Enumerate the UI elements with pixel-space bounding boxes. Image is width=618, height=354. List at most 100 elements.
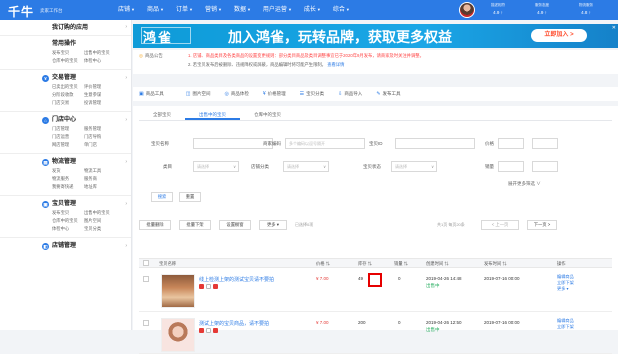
reset-button[interactable]: 重置 xyxy=(179,192,201,202)
filter-status-label: 宝贝状态 xyxy=(363,164,381,169)
sidebar-link[interactable]: 图片空间 xyxy=(84,218,124,224)
more-actions-dropdown[interactable]: 更多 ▾ xyxy=(259,220,287,230)
promo-banner[interactable]: 鸿雀 加入鸿雀，玩转品牌，获取更多权益 立即加入 > ✕ xyxy=(133,24,618,48)
status-select[interactable]: 请选择 ∨ xyxy=(391,161,437,172)
sidebar-link[interactable]: 评价管理 xyxy=(84,84,124,90)
col-created[interactable]: 创建时间 ⇅ xyxy=(426,261,449,267)
sidebar-link[interactable]: 出售中的宝贝 xyxy=(84,50,124,56)
more-link[interactable]: 更多 ▾ xyxy=(557,286,574,292)
row-checkbox[interactable] xyxy=(143,276,149,282)
avatar[interactable] xyxy=(459,2,475,18)
product-title-link[interactable]: 线上检测上架的测试宝贝请不要拍 xyxy=(199,276,307,283)
banner-slogan: 加入鸿雀，玩转品牌，获取更多权益 xyxy=(228,29,452,45)
sidebar-link[interactable]: 网店管理 xyxy=(52,142,84,148)
join-now-button[interactable]: 立即加入 > xyxy=(531,29,587,42)
sidebar-link[interactable]: 发布宝贝 xyxy=(52,210,84,216)
next-page-button[interactable]: 下一页 > xyxy=(527,220,557,230)
expand-filters-link[interactable]: 展开更多筛选 ∨ xyxy=(508,181,541,187)
tab-warehouse[interactable]: 仓库中的宝贝 xyxy=(240,108,295,120)
tool-goods-tools[interactable]: ▣ 商品工具 xyxy=(139,91,164,97)
sidebar-link[interactable]: 投诉管理 xyxy=(84,100,124,106)
sidebar-link[interactable]: 地址库 xyxy=(84,184,124,190)
tool-import[interactable]: ⇩ 商品导入 xyxy=(338,91,362,97)
nav-data[interactable]: 数据▼ xyxy=(234,0,251,20)
shop-category-select[interactable]: 请选择 ∨ xyxy=(283,161,329,172)
nav-user-ops[interactable]: 用户运营▼ xyxy=(263,0,292,20)
sidebar-link[interactable]: 生意参谋 xyxy=(84,92,124,98)
app-logo[interactable]: 千牛 xyxy=(8,3,34,20)
category-select[interactable]: 请选择 ∨ xyxy=(193,161,239,172)
nav-orders[interactable]: 订单▼ xyxy=(176,0,193,20)
col-actions: 操作 xyxy=(557,261,566,266)
sales-min-input[interactable] xyxy=(498,161,524,172)
sidebar-link[interactable]: 已卖出的宝贝 xyxy=(52,84,84,90)
nav-goods[interactable]: 商品▼ xyxy=(147,0,164,20)
sidebar-link[interactable]: 出售中的宝贝 xyxy=(84,210,124,216)
sidebar-link[interactable]: 物流服务 xyxy=(52,176,84,182)
close-icon[interactable]: ✕ xyxy=(612,25,616,31)
sales-max-input[interactable] xyxy=(532,161,558,172)
sidebar-link[interactable]: 宝贝分类 xyxy=(84,226,124,232)
sidebar-link[interactable]: 门店导购 xyxy=(84,134,124,140)
sidebar-link[interactable]: 体检中心 xyxy=(52,226,84,232)
sidebar-link[interactable]: 体检中心 xyxy=(84,58,124,64)
tool-publish[interactable]: ✎ 发布工具 xyxy=(376,91,400,97)
nav-marketing[interactable]: 营销▼ xyxy=(205,0,222,20)
search-button[interactable]: 搜索 xyxy=(151,192,173,202)
product-stock[interactable]: 200 xyxy=(358,320,366,325)
set-showcase-button[interactable]: 设置橱窗 xyxy=(219,220,251,230)
col-sales[interactable]: 销量 ⇅ xyxy=(394,261,408,267)
sidebar-link[interactable]: 物流工具 xyxy=(84,168,124,174)
sidebar-link[interactable]: 服务管理 xyxy=(84,126,124,132)
product-stock[interactable]: 49 xyxy=(358,276,363,281)
row-checkbox[interactable] xyxy=(143,320,149,326)
product-price[interactable]: ¥ 7.00 xyxy=(316,276,329,281)
tool-health-check[interactable]: ◎ 商品体检 xyxy=(224,91,248,97)
bulk-delete-button[interactable]: 批量删除 xyxy=(139,220,171,230)
sidebar-link[interactable]: 发布宝贝 xyxy=(52,50,84,56)
tool-category[interactable]: ☰ 宝贝分类 xyxy=(300,91,324,97)
sidebar-link[interactable]: 分阶段收款 xyxy=(52,92,84,98)
product-thumbnail[interactable] xyxy=(161,318,195,352)
col-price[interactable]: 价格 ⇅ xyxy=(316,261,330,267)
sidebar-section-shop: ◧ 店铺管理 › xyxy=(42,242,127,250)
sidebar-link[interactable]: 门店交易 xyxy=(52,100,84,106)
nav-shop[interactable]: 店铺▼ xyxy=(118,0,135,20)
col-published[interactable]: 发布时间 ⇅ xyxy=(484,261,507,267)
prev-page-button[interactable]: < 上一页 xyxy=(481,220,519,230)
bulk-offshelf-button[interactable]: 批量下架 xyxy=(179,220,211,230)
product-sales: 0 xyxy=(398,276,401,281)
merchant-code-input[interactable]: 多个编码以逗号隔开 xyxy=(285,138,365,149)
sidebar-link[interactable]: 仓库中的宝贝 xyxy=(52,218,84,224)
offshelf-link[interactable]: 立即下架 xyxy=(557,324,574,330)
notice-detail-link[interactable]: 查看详情 xyxy=(327,62,344,67)
sidebar-link[interactable]: 服务商 xyxy=(84,176,124,182)
divider xyxy=(0,35,131,36)
price-min-input[interactable] xyxy=(498,138,524,149)
goods-icon: ▣ xyxy=(42,200,49,208)
tool-image-space[interactable]: ◫ 图片空间 xyxy=(186,91,211,97)
sidebar-link[interactable]: 单门店 xyxy=(84,142,124,148)
select-all-checkbox[interactable] xyxy=(143,260,149,266)
chevron-down-icon: ▼ xyxy=(287,7,292,12)
chevron-right-icon: › xyxy=(125,159,127,165)
col-stock[interactable]: 库存 ⇅ xyxy=(358,261,372,267)
nav-general[interactable]: 综合▼ xyxy=(333,0,350,20)
goods-id-input[interactable] xyxy=(395,138,475,149)
sidebar-my-apps[interactable]: 我订购的应用 › xyxy=(0,20,131,33)
sidebar-link[interactable]: 发货 xyxy=(52,168,84,174)
pagination-info: 共1页 每页20条 xyxy=(437,222,465,227)
sidebar-link[interactable]: 门店运营 xyxy=(52,134,84,140)
price-max-input[interactable] xyxy=(532,138,558,149)
sidebar-link[interactable]: 仓库中的宝贝 xyxy=(52,58,84,64)
tab-on-sale[interactable]: 出售中的宝贝 xyxy=(185,108,240,120)
tab-all[interactable]: 全部宝贝 xyxy=(139,108,185,120)
product-price[interactable]: ¥ 7.00 xyxy=(316,320,329,325)
tool-price[interactable]: ¥ 价格管理 xyxy=(263,91,286,97)
goods-name-input[interactable] xyxy=(193,138,273,149)
sidebar-link[interactable]: 门店管理 xyxy=(52,126,84,132)
sidebar-link[interactable]: 我要寄快递 xyxy=(52,184,84,190)
nav-growth[interactable]: 成长▼ xyxy=(304,0,321,20)
product-thumbnail[interactable] xyxy=(161,274,195,308)
product-title-link[interactable]: 测试上架的宝贝商品，请不要拍 xyxy=(199,320,307,327)
